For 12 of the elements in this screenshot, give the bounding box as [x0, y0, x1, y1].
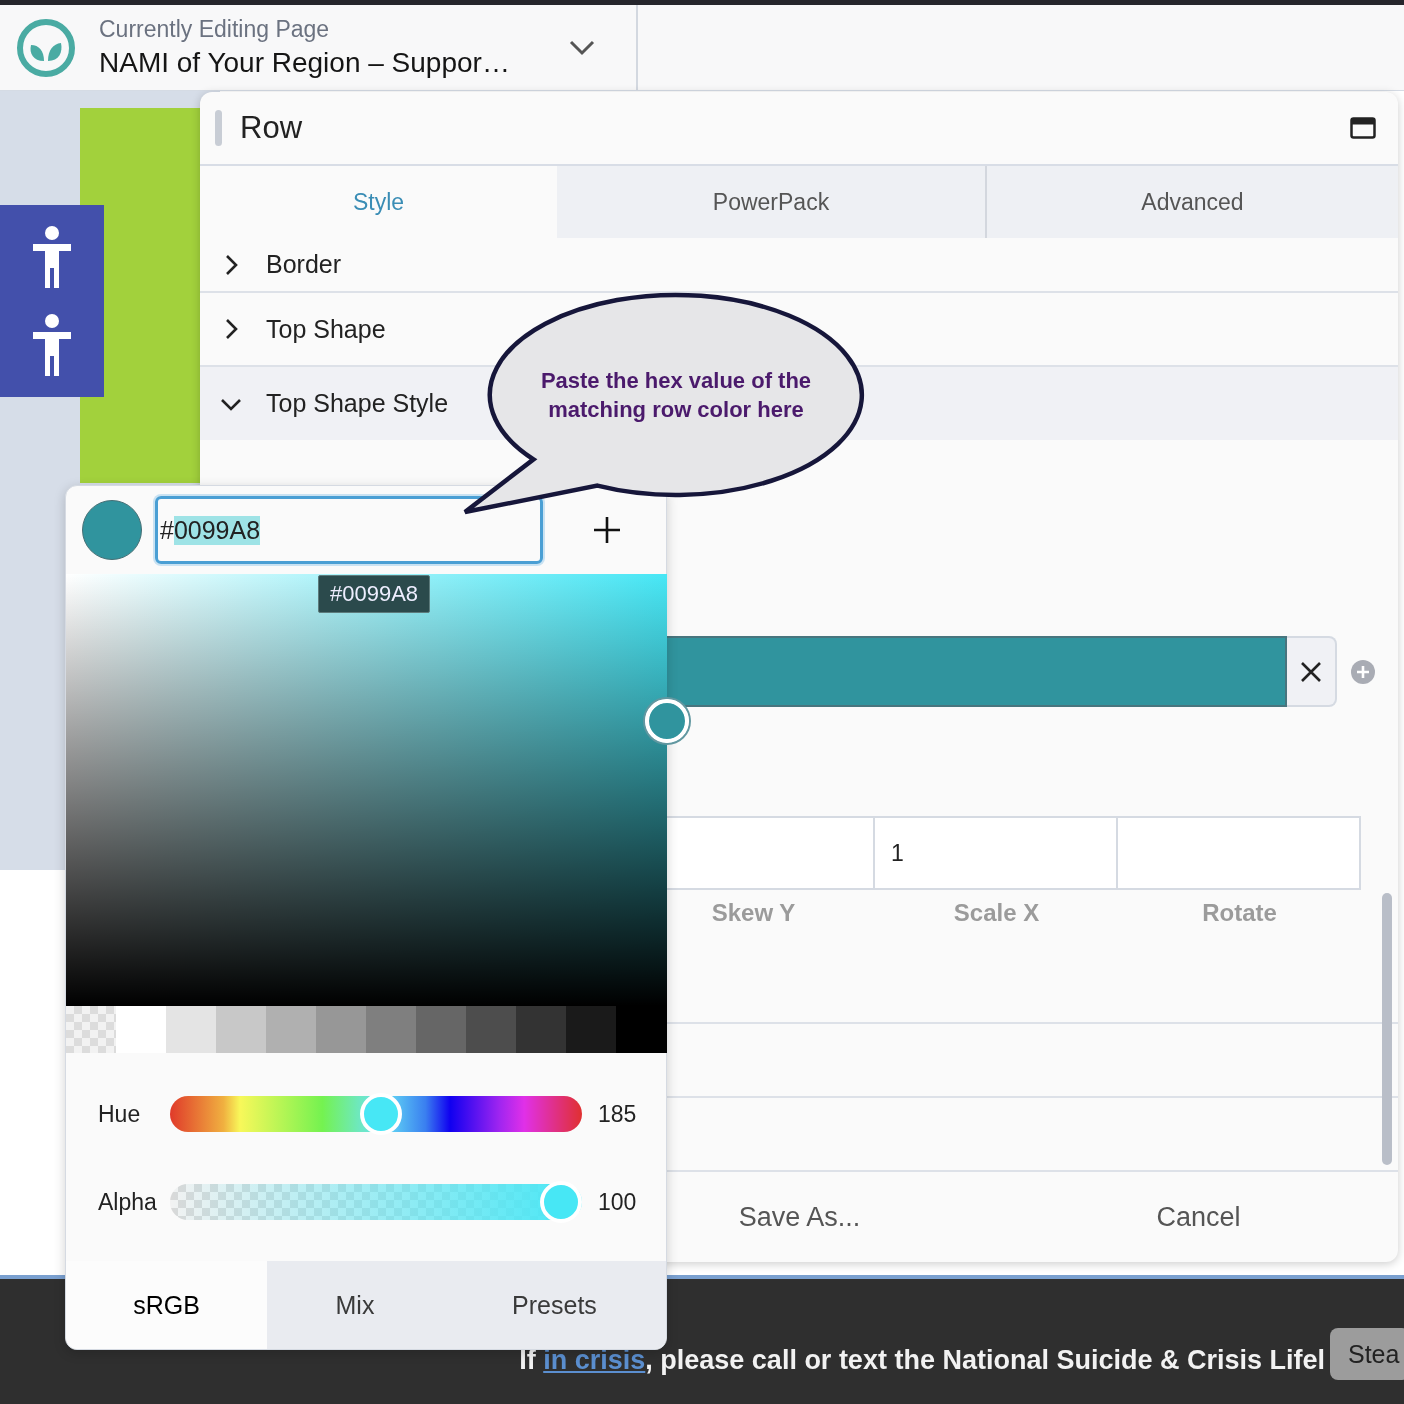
field-label: Rotate [1201, 898, 1278, 928]
callout-text: Paste the hex value of the matching row color here [539, 367, 813, 424]
color-tooltip: #0099A8 [318, 575, 431, 613]
slider-value: 185 [598, 1100, 637, 1128]
slider-label: Alpha [98, 1188, 158, 1216]
slider-label: Hue [98, 1100, 142, 1128]
slider-value: 100 [598, 1188, 637, 1216]
field-label: Scale X [952, 898, 1041, 928]
page-title: NAMI of Your Region – Suppor… [99, 47, 510, 79]
field-label: Skew Y [710, 898, 797, 928]
header-label: Currently Editing Page [99, 16, 331, 43]
panel-title: Row [240, 110, 302, 146]
